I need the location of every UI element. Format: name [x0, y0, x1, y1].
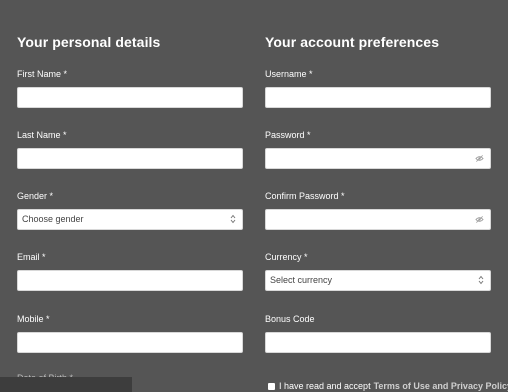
currency-label: Currency * [265, 252, 308, 262]
select-arrows-icon [478, 275, 484, 285]
first-name-input-box[interactable] [17, 87, 243, 108]
first-name-input[interactable] [22, 88, 222, 107]
username-label: Username * [265, 69, 313, 79]
last-name-label: Last Name * [17, 130, 67, 140]
gender-select-value: Choose gender [22, 214, 84, 224]
terms-checkbox[interactable] [268, 382, 275, 390]
first-name-label: First Name * [17, 69, 68, 79]
first-name-field-group: First Name * [17, 69, 243, 108]
confirm-password-input-box[interactable] [265, 209, 491, 230]
terms-text: I have read and accept [279, 381, 371, 391]
email-label: Email * [17, 252, 46, 262]
username-field-group: Username * [265, 69, 491, 108]
password-field-group: Password * [265, 130, 491, 169]
account-preferences-heading: Your account preferences [265, 34, 440, 50]
last-name-input[interactable] [22, 149, 222, 168]
gender-label: Gender * [17, 191, 54, 201]
mobile-input-box[interactable] [17, 332, 243, 353]
currency-select-value: Select currency [270, 275, 333, 285]
password-input-box[interactable] [265, 148, 491, 169]
eye-slash-icon[interactable] [475, 154, 484, 163]
username-input[interactable] [270, 88, 470, 107]
last-name-input-box[interactable] [17, 148, 243, 169]
bottom-overlay-bar [0, 377, 132, 392]
password-label: Password * [265, 130, 311, 140]
mobile-input[interactable] [22, 333, 222, 352]
email-field-group: Email * [17, 252, 243, 291]
personal-details-heading: Your personal details [17, 34, 161, 50]
eye-slash-icon[interactable] [475, 215, 484, 224]
email-input-box[interactable] [17, 270, 243, 291]
bonus-code-label: Bonus Code [265, 314, 315, 324]
mobile-label: Mobile * [17, 314, 50, 324]
gender-field-group: Gender * Choose gender [17, 191, 243, 230]
terms-acceptance: I have read and accept Terms of Use and … [268, 381, 508, 391]
bonus-code-input-box[interactable] [265, 332, 491, 353]
terms-link[interactable]: Terms of Use and Privacy Policy [374, 381, 508, 391]
confirm-password-input[interactable] [270, 210, 470, 229]
currency-field-group: Currency * Select currency [265, 252, 491, 291]
bonus-code-input[interactable] [270, 333, 470, 352]
confirm-password-label: Confirm Password * [265, 191, 345, 201]
bonus-code-field-group: Bonus Code [265, 314, 491, 353]
email-input[interactable] [22, 271, 222, 290]
last-name-field-group: Last Name * [17, 130, 243, 169]
select-arrows-icon [230, 214, 236, 224]
username-input-box[interactable] [265, 87, 491, 108]
currency-select[interactable]: Select currency [265, 270, 491, 291]
gender-select[interactable]: Choose gender [17, 209, 243, 230]
mobile-field-group: Mobile * [17, 314, 243, 353]
password-input[interactable] [270, 149, 470, 168]
confirm-password-field-group: Confirm Password * [265, 191, 491, 230]
registration-form: Your personal details First Name * Last … [0, 0, 508, 392]
